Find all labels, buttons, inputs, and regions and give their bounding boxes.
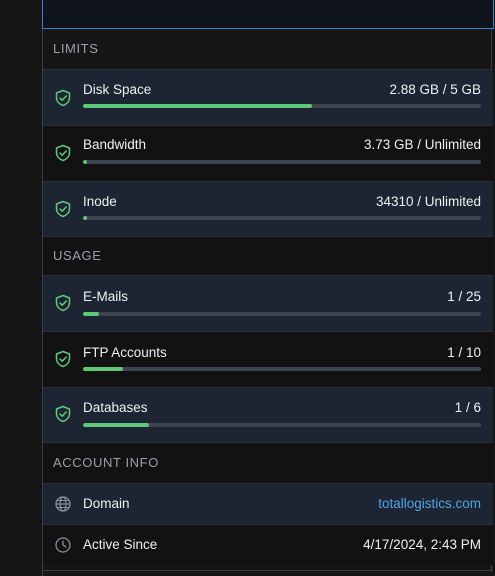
limit-row-bandwidth: Bandwidth 3.73 GB / Unlimited bbox=[43, 125, 493, 181]
usage-value: 1 / 6 bbox=[454, 400, 481, 415]
progress-bar bbox=[83, 312, 481, 316]
limit-value: 34310 / Unlimited bbox=[375, 194, 481, 209]
progress-fill bbox=[83, 104, 313, 108]
usage-label: Databases bbox=[83, 400, 148, 415]
domain-link[interactable]: totallogistics.com bbox=[378, 496, 481, 511]
progress-bar bbox=[83, 216, 481, 220]
top-card-edge bbox=[42, 0, 494, 29]
progress-fill bbox=[83, 423, 150, 427]
shield-check-icon bbox=[54, 144, 72, 162]
limit-value: 3.73 GB / Unlimited bbox=[363, 137, 481, 152]
info-label: Active Since bbox=[83, 537, 158, 552]
usage-section-header: USAGE bbox=[53, 248, 102, 263]
progress-bar bbox=[83, 104, 481, 108]
shield-check-icon bbox=[54, 405, 72, 423]
limit-label: Inode bbox=[83, 194, 117, 209]
account-stats-panel: LIMITS Disk Space 2.88 GB / 5 GB Bandwid… bbox=[42, 0, 494, 576]
limit-label: Bandwidth bbox=[83, 137, 147, 152]
progress-fill bbox=[83, 312, 99, 316]
usage-label: FTP Accounts bbox=[83, 345, 167, 360]
info-row-domain: Domain totallogistics.com bbox=[43, 483, 493, 524]
progress-bar bbox=[83, 423, 481, 427]
usage-value: 1 / 25 bbox=[447, 289, 481, 304]
usage-label: E-Mails bbox=[83, 289, 129, 304]
info-row-active-since: Active Since 4/17/2024, 2:43 PM bbox=[43, 524, 493, 565]
progress-bar bbox=[83, 160, 481, 164]
usage-value: 1 / 10 bbox=[447, 345, 481, 360]
limit-label: Disk Space bbox=[83, 82, 152, 97]
progress-fill bbox=[83, 216, 87, 220]
limit-row-inode: Inode 34310 / Unlimited bbox=[43, 181, 493, 236]
limit-value: 2.88 GB / 5 GB bbox=[389, 82, 481, 97]
usage-row-databases: Databases 1 / 6 bbox=[43, 387, 493, 442]
shield-check-icon bbox=[54, 350, 72, 368]
info-label: Domain bbox=[83, 496, 130, 511]
next-card-edge bbox=[43, 570, 493, 576]
clock-icon bbox=[54, 536, 72, 554]
shield-check-icon bbox=[54, 89, 72, 107]
shield-check-icon bbox=[54, 200, 72, 218]
usage-row-emails: E-Mails 1 / 25 bbox=[43, 275, 493, 331]
account-info-section-header: ACCOUNT INFO bbox=[53, 455, 159, 470]
progress-fill bbox=[83, 367, 123, 371]
usage-row-ftp-accounts: FTP Accounts 1 / 10 bbox=[43, 331, 493, 387]
limit-row-disk-space: Disk Space 2.88 GB / 5 GB bbox=[43, 69, 493, 125]
progress-bar bbox=[83, 367, 481, 371]
info-value: 4/17/2024, 2:43 PM bbox=[363, 537, 481, 552]
limits-section-header: LIMITS bbox=[53, 41, 99, 56]
globe-icon bbox=[54, 495, 72, 513]
progress-fill bbox=[83, 160, 87, 164]
shield-check-icon bbox=[54, 294, 72, 312]
